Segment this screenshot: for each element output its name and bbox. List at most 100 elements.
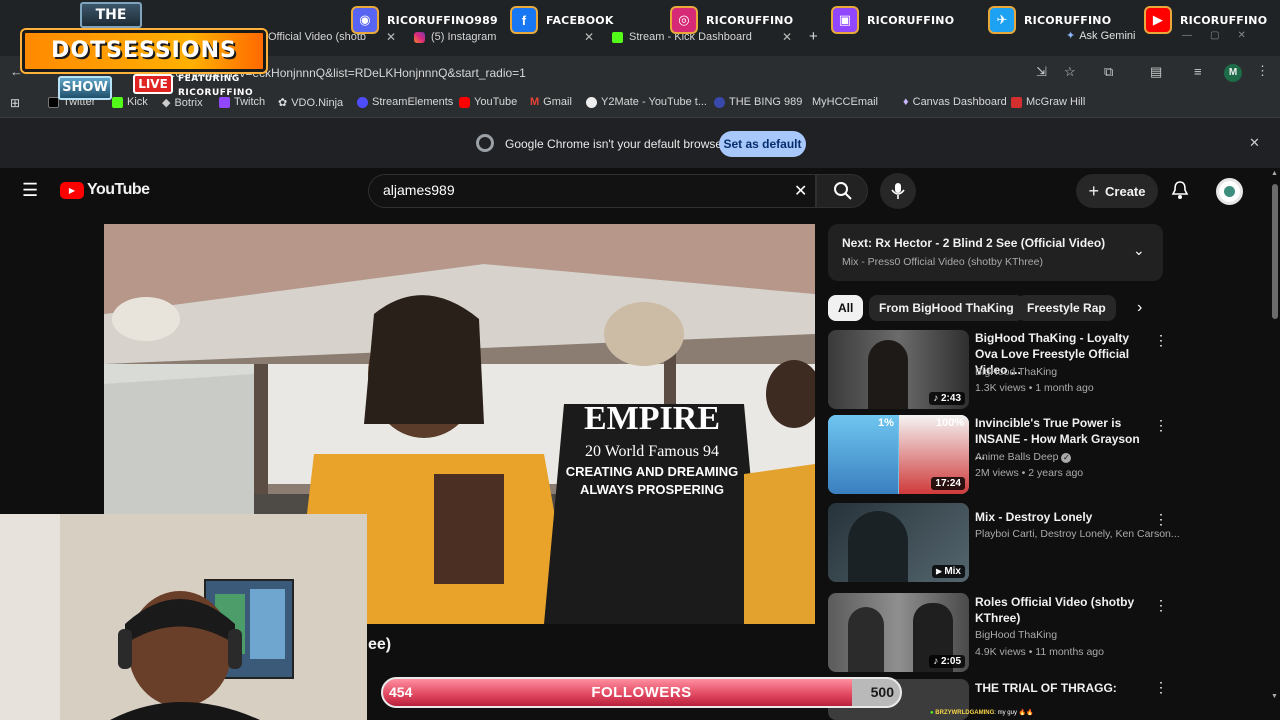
set-default-button[interactable]: Set as default: [719, 131, 806, 157]
rec-title[interactable]: Mix - Destroy Lonely: [975, 509, 1145, 525]
chrome-icon: [476, 134, 494, 152]
live-badge: LIVE: [133, 74, 173, 94]
extensions-icon[interactable]: ⧉: [1104, 64, 1113, 80]
rec-video-1[interactable]: ♪ 2:43 BigHood ThaKing - Loyalty Ova Lov…: [828, 330, 1168, 410]
video-thumbnail[interactable]: 1% 100% 17:24: [828, 415, 969, 494]
thumb-text-left: 1%: [878, 417, 894, 429]
bookmark-myhccemail[interactable]: MyHCCEmail: [812, 96, 878, 108]
twitch-icon: ▣: [831, 6, 859, 34]
social-handle: RICORUFFINO989: [387, 13, 498, 27]
featuring-name: RICORUFFINO: [178, 88, 254, 98]
chevron-right-icon[interactable]: ›: [1137, 299, 1142, 317]
chip-freestyle-rap[interactable]: Freestyle Rap: [1017, 295, 1116, 321]
webcam-feed: [0, 514, 367, 720]
more-options-icon[interactable]: ⋮: [1154, 597, 1168, 614]
search-input[interactable]: aljames989: [368, 174, 816, 208]
vdo-ninja-icon: ✿: [278, 97, 288, 109]
more-options-icon[interactable]: ⋮: [1154, 332, 1168, 349]
notifications-bell-icon[interactable]: [1171, 180, 1189, 205]
chip-all[interactable]: All: [828, 295, 864, 321]
search-button[interactable]: [816, 174, 868, 208]
rec-meta: 2M views • 2 years ago: [975, 467, 1084, 479]
social-twitch: ▣ RICORUFFINO: [831, 6, 954, 34]
more-options-icon[interactable]: ⋮: [1154, 679, 1168, 696]
chip-from-bighood[interactable]: From BigHood ThaKing: [869, 295, 1024, 321]
video-thumbnail[interactable]: ⫸ Mix: [828, 503, 969, 582]
shirt-text-line4: ALWAYS PROSPERING: [580, 482, 724, 497]
up-next-subtitle: Mix - Press0 Official Video (shotby KThr…: [842, 256, 1043, 268]
rec-title[interactable]: THE TRIAL OF THRAGG:: [975, 680, 1145, 696]
social-discord: ◉ RICORUFFINO989: [351, 6, 498, 34]
bookmark-y2mate[interactable]: Y2Mate - YouTube t...: [586, 96, 707, 108]
more-options-icon[interactable]: ⋮: [1154, 417, 1168, 434]
rec-channel[interactable]: BigHood ThaKing: [975, 366, 1057, 378]
social-handle: RICORUFFINO: [1180, 13, 1268, 27]
hamburger-menu-icon[interactable]: ☰: [22, 180, 38, 201]
rec-channel[interactable]: Playboi Carti, Destroy Lonely, Ken Carso…: [975, 528, 1180, 540]
social-twitter: ✈ RICORUFFINO: [988, 6, 1111, 34]
social-handle: RICORUFFINO: [706, 13, 794, 27]
up-next-panel[interactable]: Next: Rx Hector - 2 Blind 2 See (Officia…: [828, 224, 1163, 281]
youtube-wordmark: YouTube: [87, 181, 150, 198]
chat-text: : my guy: [994, 710, 1017, 716]
media-icon[interactable]: ≡: [1194, 64, 1202, 79]
rec-channel[interactable]: Anime Balls Deep ✓: [975, 451, 1072, 463]
bookmark-the-bing[interactable]: THE BING 989: [714, 96, 802, 108]
scroll-down-icon[interactable]: ▼: [1271, 693, 1278, 700]
apps-icon[interactable]: ⊞: [10, 96, 20, 110]
scroll-up-icon[interactable]: ▲: [1271, 170, 1278, 177]
more-options-icon[interactable]: ⋮: [1154, 511, 1168, 528]
new-tab-button[interactable]: +: [809, 28, 818, 45]
bookmark-label: Y2Mate - YouTube t...: [601, 96, 707, 108]
followers-goal: 500: [870, 684, 894, 700]
bookmark-canvas[interactable]: ♦ Canvas Dashboard: [903, 96, 1007, 108]
rec-title[interactable]: Roles Official Video (shotby KThree): [975, 594, 1145, 626]
mix-badge: ⫸ Mix: [931, 565, 965, 578]
bookmark-star-icon[interactable]: ☆: [1064, 64, 1076, 80]
duration-badge: ♪ 2:05: [929, 655, 965, 668]
facebook-icon: f: [510, 6, 538, 34]
menu-icon[interactable]: ⋮: [1256, 63, 1269, 79]
bookmark-streamelements[interactable]: StreamElements: [357, 96, 453, 108]
rec-channel[interactable]: BigHood ThaKing: [975, 629, 1057, 641]
bing-radio-icon: [714, 96, 725, 108]
chevron-down-icon[interactable]: ⌄: [1133, 242, 1145, 259]
video-thumbnail[interactable]: ♪ 2:05: [828, 593, 969, 672]
chat-badge-icon: ●: [930, 710, 934, 716]
scrollbar-thumb[interactable]: [1272, 184, 1278, 319]
bookmark-mcgraw-hill[interactable]: McGraw Hill: [1011, 96, 1085, 108]
create-label: Create: [1105, 183, 1146, 199]
rec-meta: 4.9K views • 11 months ago: [975, 646, 1104, 658]
create-button[interactable]: + Create: [1076, 174, 1158, 208]
social-youtube: ▶ RICORUFFINO: [1144, 6, 1267, 34]
verified-icon: ✓: [1061, 453, 1072, 463]
rec-video-2[interactable]: 1% 100% 17:24 Invincible's True Power is…: [828, 415, 1168, 495]
install-icon[interactable]: ⇲: [1036, 64, 1047, 80]
search-icon: [834, 182, 852, 200]
voice-search-button[interactable]: [880, 173, 916, 209]
page-scrollbar[interactable]: ▲ ▼: [1270, 168, 1280, 720]
account-avatar[interactable]: [1216, 178, 1243, 205]
shirt-text-empire: EMPIRE: [584, 400, 720, 437]
bookmark-gmail[interactable]: M Gmail: [530, 96, 572, 108]
bookmark-label: VDO.Ninja: [291, 96, 344, 109]
youtube-logo[interactable]: ▶ YouTube: [60, 181, 150, 199]
twitch-icon: [219, 96, 230, 108]
profile-avatar[interactable]: M: [1224, 64, 1242, 82]
video-thumbnail[interactable]: ♪ 2:43: [828, 330, 969, 409]
shirt-text-line2: 20 World Famous 94: [585, 443, 719, 460]
youtube-icon: ▶: [1144, 6, 1172, 34]
chat-message: ● BRZYWRLDGAMING: my guy 🔥🔥: [930, 709, 1034, 716]
social-facebook: f FACEBOOK: [510, 6, 614, 34]
close-icon[interactable]: ✕: [1249, 135, 1260, 151]
rec-video-3[interactable]: ⫸ Mix Mix - Destroy Lonely Playboi Carti…: [828, 503, 1180, 583]
microphone-icon: [891, 183, 905, 199]
sidepanel-icon[interactable]: ▤: [1150, 64, 1162, 80]
bookmark-youtube[interactable]: YouTube: [459, 96, 517, 108]
duration-badge: 17:24: [931, 477, 965, 490]
bookmark-vdo-ninja[interactable]: ✿ VDO.Ninja: [278, 96, 344, 110]
infobar-message: Google Chrome isn't your default browser: [505, 137, 727, 151]
rec-video-4[interactable]: ♪ 2:05 Roles Official Video (shotby KThr…: [828, 593, 1168, 673]
clear-search-icon[interactable]: ✕: [794, 181, 807, 201]
avatar-globe-icon: [1224, 186, 1235, 197]
